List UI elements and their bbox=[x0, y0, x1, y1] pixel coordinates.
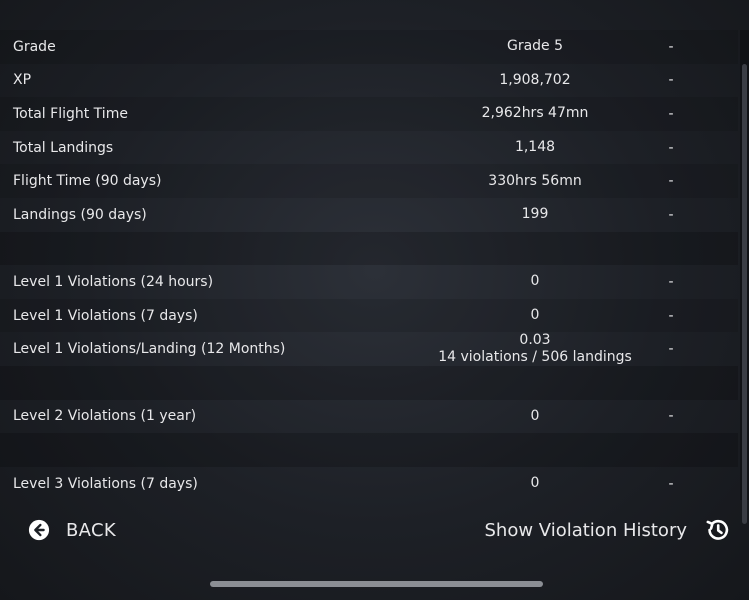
stat-extra: - bbox=[668, 72, 674, 89]
stat-value: 330hrs 56mn bbox=[488, 172, 582, 189]
scrollbar-thumb[interactable] bbox=[742, 64, 747, 524]
section-divider bbox=[0, 231, 738, 266]
stat-value: 199 bbox=[521, 206, 549, 223]
stat-value: 0 bbox=[530, 475, 540, 492]
stat-row-l3-7d: Level 3 Violations (7 days) 0 - bbox=[0, 467, 738, 501]
stat-label: Level 1 Violations (7 days) bbox=[13, 307, 198, 324]
stat-label: XP bbox=[13, 72, 32, 89]
stat-extra: - bbox=[668, 408, 674, 425]
stat-ratio: 0.03 bbox=[519, 332, 551, 349]
stat-row-l2-1y: Level 2 Violations (1 year) 0 - bbox=[0, 400, 738, 434]
show-violation-history-button[interactable]: Show Violation History bbox=[485, 510, 732, 550]
stats-table: Grade Grade 5 - XP 1,908,702 - Total Fli… bbox=[0, 30, 738, 500]
stat-value: Grade 5 bbox=[506, 38, 564, 55]
stat-extra: - bbox=[668, 139, 674, 156]
stat-label: Level 1 Violations/Landing (12 Months) bbox=[13, 341, 286, 358]
stat-label: Landings (90 days) bbox=[13, 206, 147, 223]
back-arrow-circle-icon bbox=[28, 519, 50, 541]
history-clock-icon bbox=[706, 519, 729, 540]
bottom-bar: BACK Show Violation History bbox=[0, 510, 749, 550]
stat-label: Level 1 Violations (24 hours) bbox=[13, 273, 214, 290]
back-button[interactable]: BACK bbox=[28, 510, 116, 550]
stat-value: 0 bbox=[530, 307, 540, 324]
history-label: Show Violation History bbox=[484, 519, 688, 541]
stat-extra: - bbox=[668, 173, 674, 190]
stat-label: Total Flight Time bbox=[13, 105, 128, 122]
stat-value: 2,962hrs 47mn bbox=[481, 105, 589, 122]
section-divider bbox=[0, 433, 738, 467]
stat-extra: - bbox=[668, 105, 674, 122]
stat-row-total-flight-time: Total Flight Time 2,962hrs 47mn - bbox=[0, 97, 738, 131]
stat-extra: - bbox=[668, 475, 674, 492]
home-indicator[interactable] bbox=[210, 581, 543, 587]
stat-label: Flight Time (90 days) bbox=[13, 173, 162, 190]
stat-row-flight-time-90: Flight Time (90 days) 330hrs 56mn - bbox=[0, 164, 738, 198]
stat-label: Grade bbox=[13, 38, 56, 55]
stat-row-l1-7d: Level 1 Violations (7 days) 0 - bbox=[0, 298, 738, 333]
stat-value: 0 bbox=[530, 407, 540, 424]
stat-value: 0 bbox=[530, 273, 540, 290]
stat-value: 1,148 bbox=[514, 139, 556, 156]
stat-row-grade: Grade Grade 5 - bbox=[0, 30, 738, 64]
stat-value: 0.03 14 violations / 506 landings bbox=[438, 332, 632, 366]
stat-extra: - bbox=[668, 206, 674, 223]
stat-row-xp: XP 1,908,702 - bbox=[0, 64, 738, 98]
stat-row-landings-90: Landings (90 days) 199 - bbox=[0, 198, 738, 232]
scrollbar-track[interactable] bbox=[740, 30, 749, 524]
stat-row-l1-per-landing: Level 1 Violations/Landing (12 Months) 0… bbox=[0, 332, 738, 366]
stat-extra: - bbox=[668, 38, 674, 55]
stat-extra: - bbox=[668, 273, 674, 290]
stat-label: Total Landings bbox=[13, 139, 114, 156]
stat-row-total-landings: Total Landings 1,148 - bbox=[0, 131, 738, 165]
stat-label: Level 3 Violations (7 days) bbox=[13, 475, 198, 492]
stat-ratio-detail: 14 violations / 506 landings bbox=[438, 349, 632, 366]
section-divider bbox=[0, 365, 738, 400]
stat-extra: - bbox=[668, 307, 674, 324]
stat-row-l1-24h: Level 1 Violations (24 hours) 0 - bbox=[0, 265, 738, 299]
back-label: BACK bbox=[66, 519, 116, 541]
stat-label: Level 2 Violations (1 year) bbox=[13, 408, 197, 425]
stat-value: 1,908,702 bbox=[499, 71, 571, 88]
stat-extra: - bbox=[668, 341, 674, 358]
